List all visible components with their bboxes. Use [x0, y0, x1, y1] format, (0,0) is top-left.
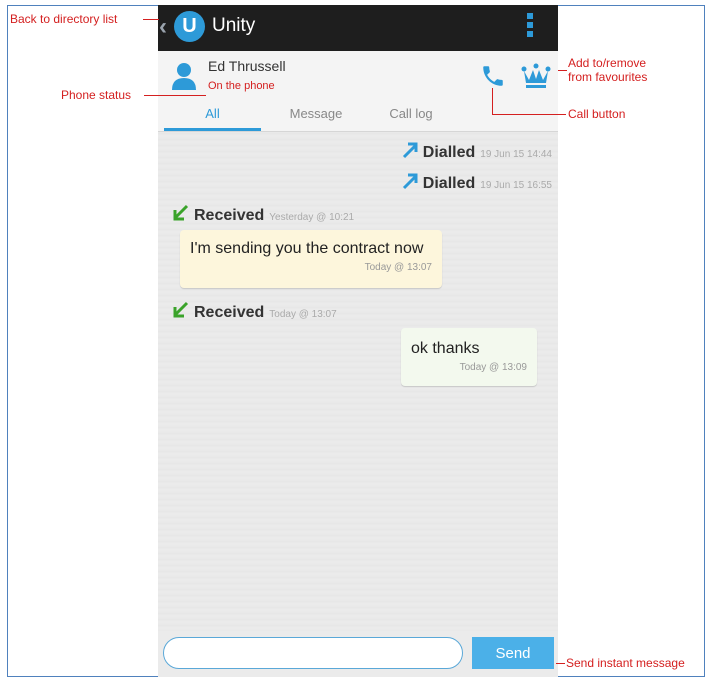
- phone-status: On the phone: [208, 80, 275, 92]
- person-icon: [170, 61, 198, 96]
- message-composer: Send: [158, 631, 558, 677]
- message-text: I'm sending you the contract now: [190, 240, 424, 257]
- call-timestamp: Yesterday @ 10:21: [269, 212, 355, 223]
- conversation-list[interactable]: Dialled 19 Jun 15 14:44 Dialled 19 Jun 15 …: [158, 132, 558, 631]
- message-text: ok thanks: [411, 340, 480, 357]
- message-timestamp: Today @ 13:09: [459, 362, 527, 373]
- tab-all[interactable]: All: [164, 101, 261, 131]
- annotation-favourites-leader: [558, 70, 567, 71]
- annotation-back: Back to directory list: [10, 12, 118, 26]
- crown-icon[interactable]: [521, 63, 551, 94]
- annotation-call-leader-horizontal: [492, 114, 566, 115]
- phone-icon[interactable]: [480, 63, 506, 94]
- annotation-favourites-line1: Add to/remove: [568, 56, 647, 70]
- annotation-send: Send instant message: [566, 656, 685, 670]
- incoming-message-bubble[interactable]: I'm sending you the contract now Today @…: [180, 230, 442, 288]
- send-button[interactable]: Send: [472, 637, 554, 669]
- top-bar: ‹ U Unity: [158, 5, 558, 51]
- annotation-call-leader-vertical: [492, 88, 493, 114]
- call-type-label: Dialled: [422, 175, 476, 192]
- dialled-arrow-icon: [401, 173, 423, 192]
- received-arrow-icon: [172, 204, 194, 224]
- call-timestamp: 19 Jun 15 14:44: [480, 149, 552, 160]
- message-input[interactable]: [163, 637, 463, 669]
- call-type-label: Received: [194, 207, 265, 224]
- app-window: ‹ U Unity Ed Thrussell On the phone All …: [158, 5, 558, 677]
- contact-name: Ed Thrussell: [208, 58, 286, 74]
- outgoing-message-bubble[interactable]: ok thanks Today @ 13:09: [401, 328, 537, 386]
- call-timestamp: 19 Jun 15 16:55: [480, 180, 552, 191]
- annotation-phone-status: Phone status: [61, 88, 132, 102]
- call-log-entry: Dialled 19 Jun 15 14:44: [401, 141, 552, 162]
- received-arrow-icon: [172, 301, 194, 321]
- app-title: Unity: [212, 15, 256, 36]
- active-tab-indicator: [164, 128, 261, 131]
- call-type-label: Dialled: [422, 144, 476, 161]
- tab-bar: All Message Call log: [158, 101, 558, 132]
- annotation-send-leader: [556, 663, 565, 664]
- tab-call-log[interactable]: Call log: [366, 101, 456, 131]
- back-chevron-icon[interactable]: ‹: [159, 13, 167, 41]
- call-type-label: Received: [194, 304, 265, 321]
- tab-message[interactable]: Message: [268, 101, 364, 131]
- unity-logo-icon: U: [174, 11, 205, 42]
- annotation-back-leader: [143, 19, 159, 20]
- overflow-menu-icon[interactable]: [522, 11, 538, 43]
- call-log-entry: Received Yesterday @ 10:21: [172, 204, 354, 225]
- contact-header: Ed Thrussell On the phone: [158, 51, 558, 101]
- annotation-call-button: Call button: [568, 107, 626, 121]
- annotation-favourites: Add to/remove from favourites: [568, 56, 647, 84]
- call-log-entry: Dialled 19 Jun 15 16:55: [401, 172, 552, 193]
- call-log-entry: Received Today @ 13:07: [172, 301, 337, 322]
- annotation-phone-status-leader: [144, 95, 206, 96]
- message-timestamp: Today @ 13:07: [364, 262, 432, 273]
- call-timestamp: Today @ 13:07: [269, 309, 337, 320]
- annotation-favourites-line2: from favourites: [568, 70, 648, 84]
- dialled-arrow-icon: [401, 142, 423, 161]
